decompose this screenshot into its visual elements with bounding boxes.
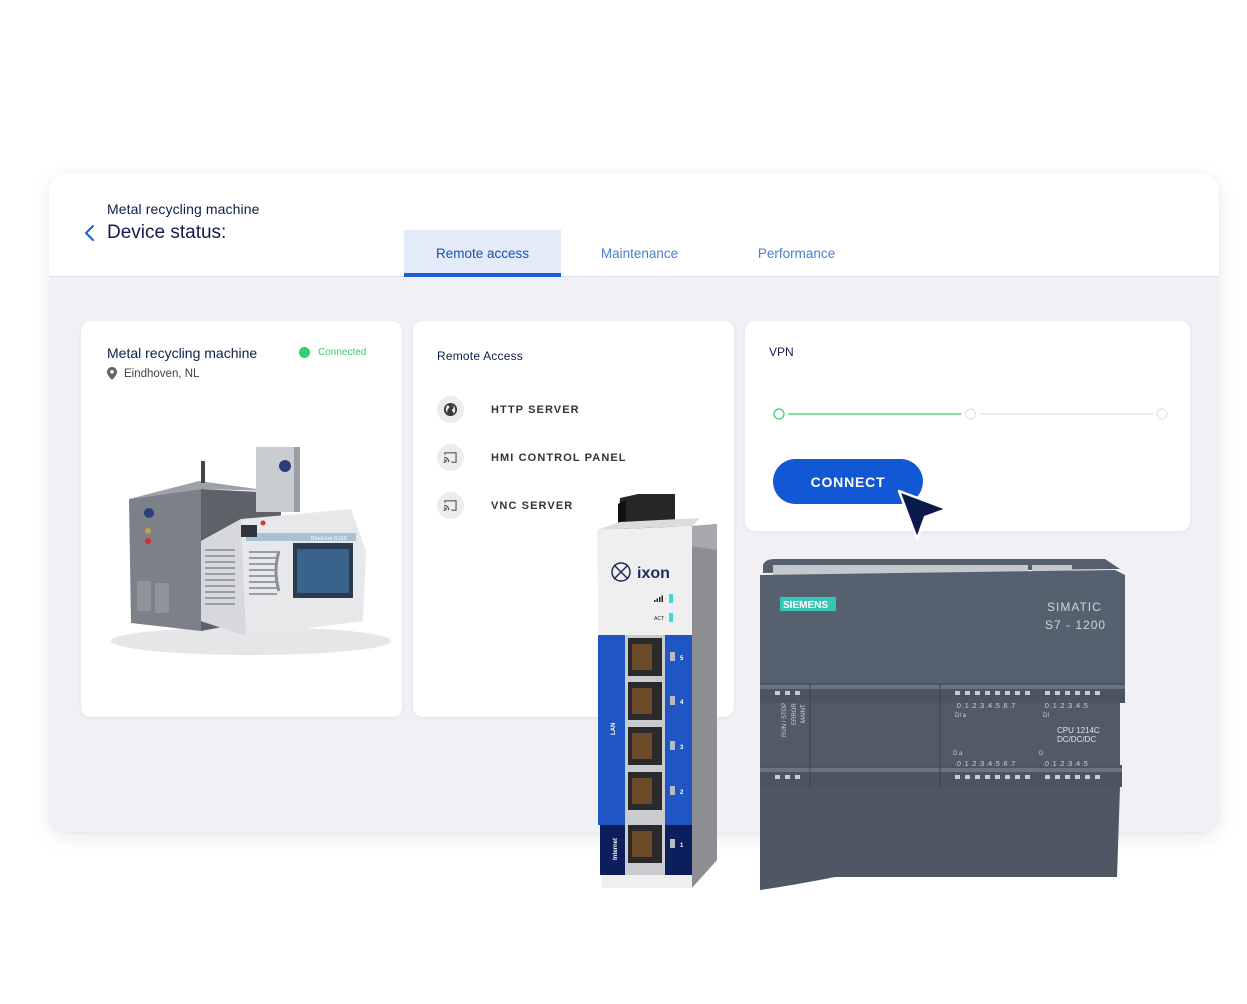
machine-image: BlueLine S150	[111, 447, 391, 655]
maint-label: MAINT	[801, 704, 807, 723]
plc-status-led	[1025, 691, 1030, 695]
vnc-server-label: VNC SERVER	[491, 499, 574, 512]
error-label: ERROR	[792, 703, 798, 725]
vpn-progress-stepper	[773, 408, 1168, 420]
plc-status-led	[1055, 775, 1060, 779]
vpn-title: VPN	[769, 345, 794, 359]
plc-status-led	[785, 691, 790, 695]
act-led	[669, 613, 673, 622]
plc-status-led	[1015, 775, 1020, 779]
status-dot-icon	[299, 347, 310, 358]
di-b-numbers: .0 .1 .2 .3 .4 .5	[1043, 703, 1088, 710]
vnc-server-item[interactable]: VNC SERVER	[437, 492, 573, 519]
page-header: Metal recycling machine Device status: R…	[49, 173, 1219, 277]
model-label: S7 - 1200	[1045, 618, 1106, 632]
location-text: Eindhoven, NL	[124, 367, 200, 380]
device-subtitle: Metal recycling machine	[107, 201, 260, 217]
cpu-label: CPU 1214C	[1057, 726, 1100, 735]
machine-model-label: BlueLine S150	[311, 536, 347, 542]
plc-status-led	[1085, 691, 1090, 695]
plc-status-led	[965, 691, 970, 695]
plc-status-led	[1095, 691, 1100, 695]
remote-access-title: Remote Access	[437, 349, 523, 363]
simatic-label: SIMATIC	[1047, 600, 1102, 614]
http-server-label: HTTP SERVER	[491, 403, 580, 416]
http-server-item[interactable]: HTTP SERVER	[437, 396, 580, 423]
plc-status-led	[775, 775, 780, 779]
stepper-step	[773, 408, 785, 420]
plc-status-led	[985, 775, 990, 779]
plc-status-led	[995, 691, 1000, 695]
plc-status-led	[1015, 691, 1020, 695]
plc-status-led	[1005, 691, 1010, 695]
internet-label: Internet	[613, 838, 619, 860]
plc-status-led	[1045, 691, 1050, 695]
plc-status-led	[1085, 775, 1090, 779]
mouse-cursor-icon	[897, 489, 949, 541]
di-b-label: DI	[1043, 713, 1049, 719]
hmi-control-panel-item[interactable]: HMI CONTROL PANEL	[437, 444, 627, 471]
ixon-router-image: ixon ACT 54321 LAN Internet	[597, 494, 717, 888]
globe-icon	[437, 396, 464, 423]
plc-status-led	[795, 691, 800, 695]
plc-status-led	[1065, 691, 1070, 695]
back-button[interactable]	[82, 223, 100, 243]
plc-status-led	[1075, 691, 1080, 695]
status-text: Connected	[318, 347, 367, 358]
plc-status-led	[775, 691, 780, 695]
vpn-card: VPN CONNECT	[745, 321, 1190, 531]
page-title: Device status:	[107, 222, 227, 243]
status-badge: Connected	[299, 347, 366, 358]
tab-remote-access[interactable]: Remote access	[404, 230, 561, 277]
tab-performance[interactable]: Performance	[718, 230, 875, 277]
run-stop-label: RUN / STOP	[782, 703, 788, 737]
dq-a-label: D a	[953, 751, 963, 757]
di-a-label: DI a	[955, 713, 967, 719]
plc-status-led	[1095, 775, 1100, 779]
machine-name: Metal recycling machine	[107, 345, 258, 361]
chevron-left-icon	[85, 225, 94, 241]
tab-maintenance[interactable]: Maintenance	[561, 230, 718, 277]
act-label: ACT	[654, 616, 664, 622]
plc-status-led	[955, 691, 960, 695]
plc-status-led	[795, 775, 800, 779]
plc-status-led	[985, 691, 990, 695]
hmi-control-panel-label: HMI CONTROL PANEL	[491, 451, 627, 464]
location: Eindhoven, NL	[107, 367, 199, 380]
cpu-type-label: DC/DC/DC	[1057, 735, 1096, 744]
plc-status-led	[975, 691, 980, 695]
stepper-step	[1156, 408, 1168, 420]
plc-status-led	[1025, 775, 1030, 779]
siemens-plc-image: SIEMENS SIMATIC S7 - 1200 RUN / STOP ERR…	[760, 559, 1125, 890]
plc-status-led	[955, 775, 960, 779]
di-a-numbers: .0 .1 .2 .3 .4 .5 .6 .7	[955, 703, 1015, 710]
plc-status-led	[1005, 775, 1010, 779]
dq-a-numbers: .0 .1 .2 .3 .4 .5 .6 .7	[955, 761, 1015, 768]
plc-status-led	[1045, 775, 1050, 779]
plc-status-led	[975, 775, 980, 779]
dq-b-label: D	[1039, 751, 1044, 757]
lan-label: LAN	[611, 723, 617, 735]
stepper-step	[964, 408, 977, 420]
dq-b-numbers: .0 .1 .2 .3 .4 .5	[1043, 761, 1088, 768]
signal-led	[669, 594, 673, 603]
map-pin-icon	[107, 367, 117, 380]
plc-status-led	[995, 775, 1000, 779]
plc-status-led	[1075, 775, 1080, 779]
plc-status-led	[1065, 775, 1070, 779]
siemens-brand-text: SIEMENS	[783, 600, 828, 611]
tab-bar: Remote access Maintenance Performance	[404, 230, 875, 277]
cast-icon	[437, 444, 464, 471]
plc-status-led	[1055, 691, 1060, 695]
ixon-brand-text: ixon	[637, 565, 670, 582]
machine-card: Metal recycling machine Connected Eindho…	[81, 321, 402, 717]
plc-status-led	[785, 775, 790, 779]
cast-icon	[437, 492, 464, 519]
plc-status-led	[965, 775, 970, 779]
